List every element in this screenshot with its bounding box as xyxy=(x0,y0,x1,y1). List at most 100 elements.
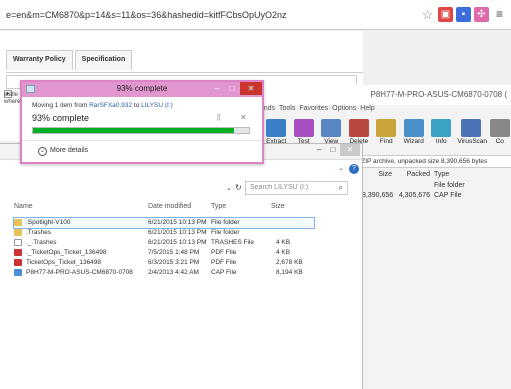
file-date: 6/3/2015 3:21 PM xyxy=(148,259,200,266)
column-packed[interactable]: Packed xyxy=(392,171,430,182)
help-icon[interactable]: ? xyxy=(349,164,359,174)
destination-link[interactable]: LILYSU (I:) xyxy=(141,102,173,109)
file-type: File folder xyxy=(211,229,240,236)
column-size[interactable]: Size xyxy=(362,171,392,182)
delete-icon xyxy=(348,119,369,137)
file-name: ._.Trashes xyxy=(26,239,57,246)
search-input[interactable]: Search LILYSU (I:) ⌕ xyxy=(245,181,348,195)
file-row[interactable]: .Spotlight-V100 6/21/2015 10:13 PM File … xyxy=(13,217,315,229)
browser-address-bar: e=en&m=CM6870&p=14&s=11&os=36&hashedid=k… xyxy=(0,0,511,30)
extract-icon xyxy=(266,119,287,137)
copy-progress-dialog: 93% complete – □ ✕ Moving 1 item from Ra… xyxy=(20,80,264,164)
archive-list-header: Size Packed Type xyxy=(362,171,511,182)
archive-row[interactable]: 8,390,656 4,305,676 CAP File xyxy=(362,192,511,202)
maximize-button[interactable]: □ xyxy=(326,144,340,156)
comment-icon xyxy=(489,119,510,137)
info-button[interactable]: Info xyxy=(430,119,453,151)
file-row[interactable]: .Trashes 6/21/2015 10:13 PM File folder xyxy=(14,228,314,238)
close-button[interactable]: ✕ xyxy=(340,144,360,156)
menu-help[interactable]: Help xyxy=(360,105,374,119)
dialog-titlebar: 93% complete – □ ✕ xyxy=(22,82,262,97)
extension-red-icon[interactable]: ▣ xyxy=(438,7,453,22)
file-row[interactable]: ._TicketOps_Ticket_136498 7/5/2015 1:48 … xyxy=(14,248,314,258)
moving-prefix: Moving 1 item from xyxy=(32,102,88,109)
moving-description: Moving 1 item from RarSFXa0.932 to LILYS… xyxy=(32,102,173,109)
file-icon xyxy=(14,239,22,246)
file-date: 6/21/2015 10:13 PM xyxy=(148,229,207,236)
virusscan-label: VirusScan xyxy=(457,138,488,145)
file-type: TRASHES File xyxy=(211,239,254,246)
extension-blue-icon[interactable]: ▪ xyxy=(456,7,471,22)
progress-bar xyxy=(32,127,250,134)
view-icon xyxy=(321,119,342,137)
info-label: Info xyxy=(435,138,447,145)
minimize-button[interactable]: – xyxy=(210,82,224,95)
pdf-icon xyxy=(14,259,22,266)
archive-row[interactable]: File folder xyxy=(362,182,511,192)
search-icon: ⌕ xyxy=(338,183,343,192)
file-list-header: Name Date modified Type Size xyxy=(14,203,354,215)
file-size: 8,194 KB xyxy=(276,269,303,276)
menu-options[interactable]: Options xyxy=(332,105,356,119)
source-link[interactable]: RarSFXa0.932 xyxy=(89,102,132,109)
extension-pink-icon[interactable]: ✣ xyxy=(474,7,489,22)
sidebar-text-fragment: stalle where xyxy=(4,92,20,106)
column-type[interactable]: Type xyxy=(430,171,470,182)
file-row[interactable]: TicketOps_Ticket_136498 6/3/2015 3:21 PM… xyxy=(14,258,314,268)
virusscan-button[interactable]: VirusScan xyxy=(458,119,487,151)
column-size[interactable]: Size xyxy=(271,203,285,210)
file-name: P8H77-M-PRO-ASUS-CM6870-0708 xyxy=(26,269,133,276)
find-button[interactable]: Find xyxy=(375,119,398,151)
file-type: PDF File xyxy=(211,249,237,256)
test-icon xyxy=(293,119,314,137)
url-text[interactable]: e=en&m=CM6870&p=14&s=11&os=36&hashedid=k… xyxy=(6,10,287,20)
browser-toolbar-icons: ☆ ▣ ▪ ✣ ≡ xyxy=(420,7,507,22)
star-icon[interactable]: ☆ xyxy=(420,7,435,22)
comment-button[interactable]: Co xyxy=(489,119,511,151)
close-button[interactable]: ✕ xyxy=(240,82,262,95)
column-type[interactable]: Type xyxy=(211,203,226,210)
maximize-button[interactable]: □ xyxy=(225,82,239,95)
file-type: CAP File xyxy=(211,269,237,276)
search-placeholder: Search LILYSU (I:) xyxy=(250,184,309,191)
history-dropdown-icon[interactable]: ⌄ xyxy=(226,184,232,192)
archive-file-list: Size Packed Type File folder 8,390,656 4… xyxy=(362,171,511,202)
explorer-address-row: ⌄ ↻ Search LILYSU (I:) ⌕ xyxy=(0,179,362,197)
pause-icon[interactable]: || xyxy=(217,114,221,121)
info-icon xyxy=(431,119,452,137)
file-name: .Trashes xyxy=(26,229,52,236)
tab-specification[interactable]: Specification xyxy=(74,50,133,70)
explorer-window: – □ ✕ ⌄ ? ⌄ ↻ Search LILYSU (I:) ⌕ Name … xyxy=(0,143,363,389)
wizard-button[interactable]: Wizard xyxy=(403,119,426,151)
product-tabs: Warranty Policy Specification xyxy=(6,50,133,70)
file-date: 6/21/2015 10:13 PM xyxy=(148,219,207,226)
menu-icon[interactable]: ≡ xyxy=(492,7,507,22)
archive-row-packed: 4,305,676 xyxy=(398,192,430,199)
progress-bar-fill xyxy=(33,128,234,133)
column-date-modified[interactable]: Date modified xyxy=(148,203,191,210)
wizard-icon xyxy=(403,119,424,137)
wizard-label: Wizard xyxy=(403,138,424,145)
column-name[interactable]: Name xyxy=(14,203,33,210)
chevron-down-icon: ⌄ xyxy=(38,147,47,156)
file-name: TicketOps_Ticket_136498 xyxy=(26,259,102,266)
file-row[interactable]: ._.Trashes 6/21/2015 10:13 PM TRASHES Fi… xyxy=(14,238,314,248)
file-size: 4 KB xyxy=(276,239,291,246)
archive-row-type: CAP File xyxy=(434,192,462,199)
file-type: PDF File xyxy=(211,259,237,266)
minimize-button[interactable]: – xyxy=(312,144,326,156)
cancel-icon[interactable]: ✕ xyxy=(240,113,247,122)
tab-warranty-policy[interactable]: Warranty Policy xyxy=(6,50,73,70)
sidebar-fragment-1: stalle xyxy=(4,92,19,98)
file-date: 2/4/2013 4:42 AM xyxy=(148,269,199,276)
more-details-button[interactable]: ⌄ More details xyxy=(38,147,88,156)
file-date: 7/5/2015 1:48 PM xyxy=(148,249,200,256)
file-row[interactable]: P8H77-M-PRO-ASUS-CM6870-0708 2/4/2013 4:… xyxy=(14,268,314,278)
menu-favorites[interactable]: Favorites xyxy=(299,105,328,119)
chevron-down-icon[interactable]: ⌄ xyxy=(338,164,344,172)
more-details-label: More details xyxy=(50,147,89,154)
menu-tools[interactable]: Tools xyxy=(279,105,295,119)
file-list: .Spotlight-V100 6/21/2015 10:13 PM File … xyxy=(13,217,315,278)
refresh-icon[interactable]: ↻ xyxy=(235,183,242,192)
percent-complete: 93% complete xyxy=(32,113,90,123)
